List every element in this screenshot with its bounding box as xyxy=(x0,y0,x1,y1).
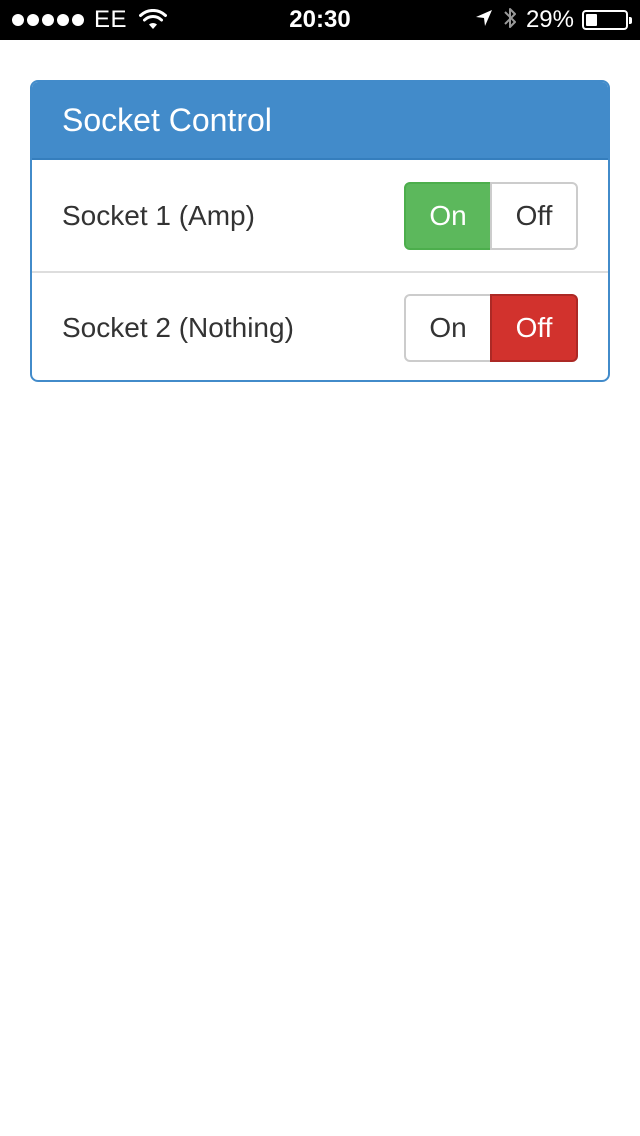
socket-row-2: Socket 2 (Nothing) On Off xyxy=(32,271,608,380)
status-bar-left: EE xyxy=(12,0,168,40)
location-arrow-icon xyxy=(474,8,494,33)
status-bar-right: 29% xyxy=(474,0,632,40)
panel-title: Socket Control xyxy=(32,82,608,160)
socket-1-toggle-group: On Off xyxy=(404,181,578,250)
battery-icon xyxy=(582,10,632,30)
socket-1-on-button[interactable]: On xyxy=(404,181,492,250)
socket-2-on-button[interactable]: On xyxy=(404,293,492,362)
wifi-icon xyxy=(139,9,168,31)
battery-percent: 29% xyxy=(525,6,574,33)
socket-1-label: Socket 1 (Amp) xyxy=(62,199,255,231)
status-bar: EE 20:30 29% xyxy=(0,0,640,40)
socket-2-label: Socket 2 (Nothing) xyxy=(62,311,294,343)
battery-level-fill xyxy=(586,14,598,26)
socket-2-off-button[interactable]: Off xyxy=(490,293,578,362)
bluetooth-icon xyxy=(502,5,518,36)
socket-control-panel: Socket Control Socket 1 (Amp) On Off Soc… xyxy=(30,80,610,382)
carrier-name: EE xyxy=(94,6,128,33)
socket-row-1: Socket 1 (Amp) On Off xyxy=(32,160,608,271)
socket-2-toggle-group: On Off xyxy=(404,293,578,362)
signal-dots-icon xyxy=(12,14,84,26)
socket-1-off-button[interactable]: Off xyxy=(490,181,578,250)
